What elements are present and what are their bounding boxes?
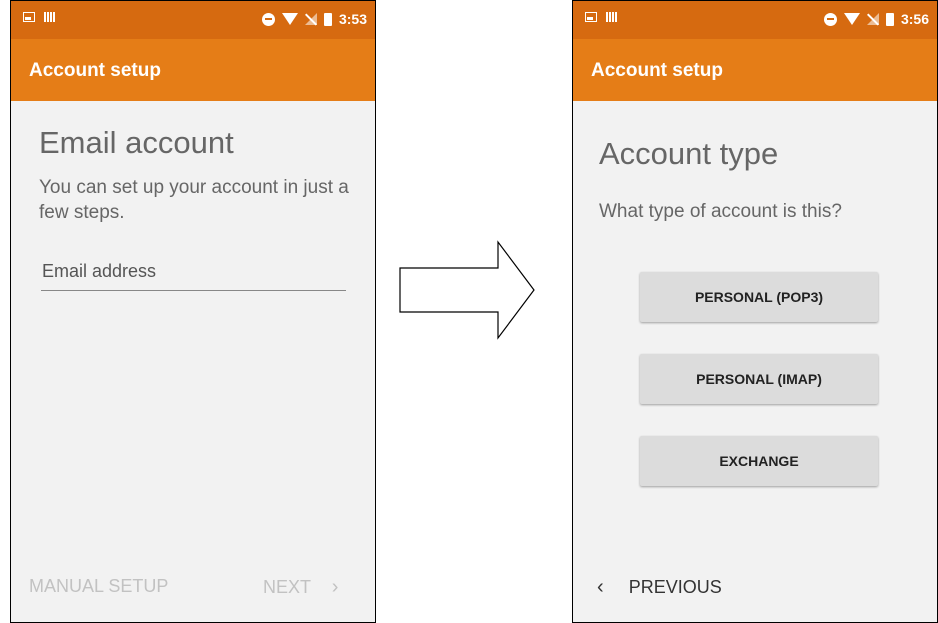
gallery-icon xyxy=(585,12,597,22)
email-address-input[interactable] xyxy=(41,257,346,291)
gallery-icon xyxy=(23,12,35,22)
battery-icon xyxy=(323,12,332,26)
no-sim-icon xyxy=(304,13,317,25)
status-bar: 3:53 xyxy=(11,1,375,39)
account-type-screen: 3:56 Account setup Account type What typ… xyxy=(572,0,938,623)
status-bar: 3:56 xyxy=(573,1,937,39)
next-button[interactable]: NEXT › xyxy=(263,576,338,599)
email-account-screen: 3:53 Account setup Email account You can… xyxy=(10,0,376,623)
right-arrow-icon xyxy=(399,240,535,340)
app-bar: Account setup xyxy=(573,39,937,101)
heading: Account type xyxy=(599,136,779,171)
signal-bars-icon xyxy=(606,12,618,22)
personal-pop3-button[interactable]: PERSONAL (POP3) xyxy=(640,272,878,322)
page-title: Account setup xyxy=(29,60,161,81)
app-bar: Account setup xyxy=(11,39,375,101)
page-title: Account setup xyxy=(591,60,723,81)
no-sim-icon xyxy=(866,13,879,25)
chevron-right-icon: › xyxy=(331,576,339,598)
heading: Email account xyxy=(39,125,234,160)
wifi-icon xyxy=(281,13,298,25)
bottom-bar: ‹ PREVIOUS xyxy=(573,550,937,622)
wifi-icon xyxy=(843,13,860,25)
exchange-button[interactable]: EXCHANGE xyxy=(640,436,878,486)
personal-imap-button[interactable]: PERSONAL (IMAP) xyxy=(640,354,878,404)
previous-label: PREVIOUS xyxy=(628,577,722,597)
instruction-text: You can set up your account in just a fe… xyxy=(39,177,349,223)
status-time: 3:56 xyxy=(900,11,929,27)
signal-bars-icon xyxy=(44,12,56,22)
battery-icon xyxy=(885,12,894,26)
question-text: What type of account is this? xyxy=(599,201,842,222)
do-not-disturb-icon xyxy=(823,12,837,26)
next-label: NEXT xyxy=(263,577,311,597)
chevron-left-icon: ‹ xyxy=(597,576,604,598)
bottom-bar: MANUAL SETUP NEXT › xyxy=(11,550,375,622)
previous-button[interactable]: ‹ PREVIOUS xyxy=(597,576,722,599)
manual-setup-button[interactable]: MANUAL SETUP xyxy=(29,576,168,597)
do-not-disturb-icon xyxy=(261,12,275,26)
status-time: 3:53 xyxy=(338,11,367,27)
